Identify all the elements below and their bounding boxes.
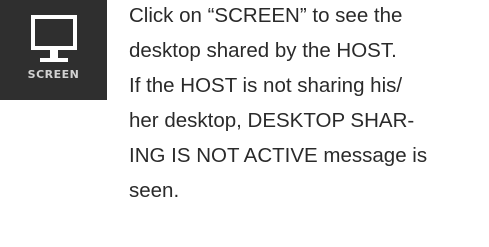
instruction-line: ING IS NOT ACTIVE message is xyxy=(129,144,428,167)
instruction-text: Click on “SCREEN” to see the desktop sha… xyxy=(129,0,487,208)
instruction-line: Click on “SCREEN” to see the xyxy=(129,4,403,27)
instruction-line: seen. xyxy=(129,179,180,202)
instruction-line: her desktop, DESKTOP SHAR- xyxy=(129,109,415,132)
instruction-line: desktop shared by the HOST. xyxy=(129,39,397,62)
monitor-icon xyxy=(31,15,77,62)
screen-button[interactable]: SCREEN xyxy=(0,0,107,100)
screen-button-label: SCREEN xyxy=(27,68,80,81)
instruction-line: If the HOST is not sharing his/ xyxy=(129,74,403,97)
